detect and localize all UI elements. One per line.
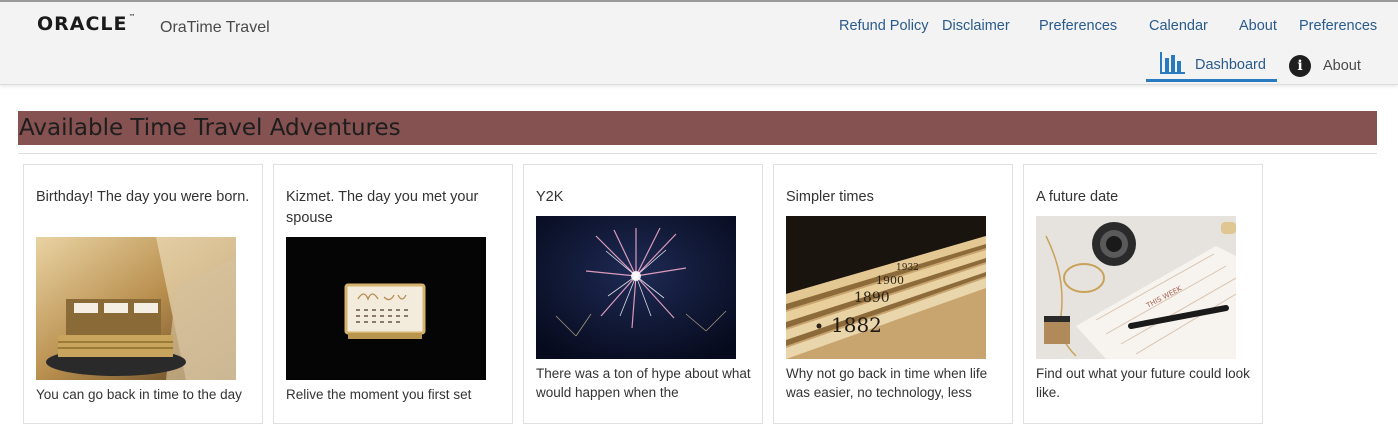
- tab-dashboard-label: Dashboard: [1195, 56, 1266, 73]
- info-icon: i: [1289, 55, 1311, 77]
- bar-chart-icon: [1160, 51, 1185, 78]
- card-description: Why not go back in time when life was ea…: [786, 366, 988, 400]
- adventure-card-future-date[interactable]: A future date THIS WEEK Find out what yo…: [1023, 164, 1263, 424]
- nav-calendar[interactable]: Calendar: [1149, 18, 1208, 34]
- app-header: ORACLE™ OraTime Travel Refund Policy Dis…: [0, 2, 1398, 85]
- nav-disclaimer[interactable]: Disclaimer: [942, 18, 1010, 34]
- svg-text:1900: 1900: [876, 274, 904, 287]
- adventure-card-birthday[interactable]: Birthday! The day you were born. You can…: [23, 164, 263, 424]
- section-banner: Available Time Travel Adventures: [18, 111, 1377, 145]
- card-title: A future date: [1036, 189, 1119, 205]
- svg-text:1932: 1932: [896, 263, 919, 273]
- nav-about[interactable]: About: [1239, 18, 1277, 34]
- svg-text:1882: 1882: [831, 313, 882, 337]
- svg-text:1890: 1890: [854, 290, 890, 306]
- fireworks-image: [536, 216, 736, 359]
- this-week-planner-image: THIS WEEK: [1036, 216, 1236, 359]
- adventure-card-y2k[interactable]: Y2K There was a ton of hype about what w…: [523, 164, 763, 424]
- oracle-logo[interactable]: ORACLE™: [37, 13, 137, 35]
- may-calendar-image: [286, 237, 486, 380]
- adventure-card-kizmet[interactable]: Kizmet. The day you met your spouse Reli…: [273, 164, 513, 424]
- card-description: You can go back in time to the day: [36, 387, 242, 402]
- card-title: Y2K: [536, 189, 564, 205]
- adventure-card-simpler-times[interactable]: Simpler times 1882 1890 1900 1932 Why no…: [773, 164, 1013, 424]
- tab-about-label: About: [1323, 58, 1361, 74]
- nav-preferences[interactable]: Preferences: [1039, 18, 1117, 34]
- card-title: Birthday! The day you were born.: [36, 189, 250, 205]
- card-description: Relive the moment you first set: [286, 387, 472, 402]
- card-description: There was a ton of hype about what would…: [536, 366, 751, 400]
- tab-about[interactable]: i About: [1289, 50, 1361, 82]
- app-title: OraTime Travel: [160, 19, 270, 36]
- tab-dashboard[interactable]: Dashboard: [1146, 50, 1277, 82]
- nav-preferences-2[interactable]: Preferences: [1299, 18, 1377, 34]
- birthday-calendar-image: [36, 237, 236, 380]
- section-divider: [18, 153, 1377, 154]
- year-drawers-image: 1882 1890 1900 1932: [786, 216, 986, 359]
- card-title: Kizmet. The day you met your spouse: [286, 189, 479, 226]
- section-title: Available Time Travel Adventures: [19, 115, 401, 141]
- card-description: Find out what your future could look lik…: [1036, 366, 1250, 400]
- card-title: Simpler times: [786, 189, 874, 205]
- nav-refund-policy[interactable]: Refund Policy: [839, 18, 928, 34]
